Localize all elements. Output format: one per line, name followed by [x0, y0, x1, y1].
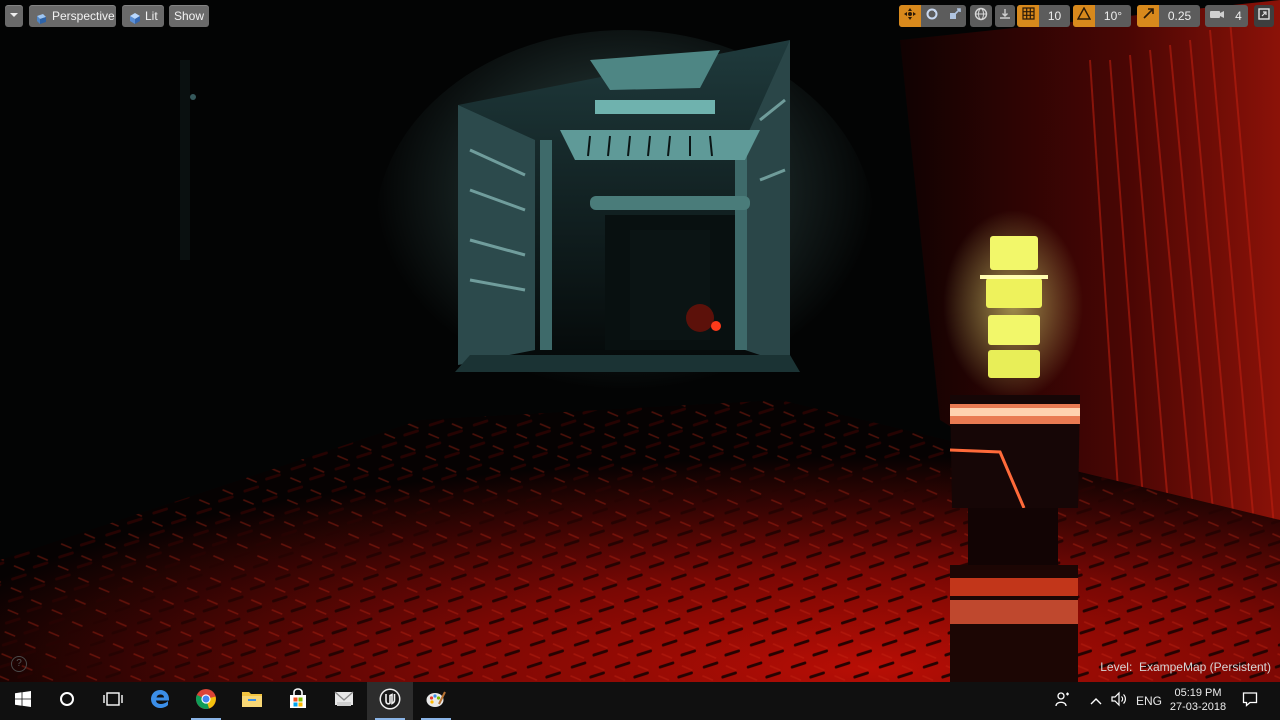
volume-button[interactable]	[1107, 682, 1131, 720]
transform-tools-group	[899, 5, 966, 27]
notification-icon	[1242, 691, 1258, 712]
chrome-button[interactable]	[183, 682, 229, 720]
store-button[interactable]	[275, 682, 321, 720]
lit-label: Lit	[145, 9, 158, 23]
level-indicator: Level: ExampeMap (Persistent)	[1100, 660, 1271, 674]
taskbar: ENG 05:19 PM 27-03-2018	[0, 682, 1280, 720]
unreal-engine-icon	[378, 687, 402, 716]
perspective-label: Perspective	[52, 9, 115, 23]
perspective-button[interactable]: Perspective	[29, 5, 116, 27]
show-label: Show	[173, 9, 205, 23]
cortana-icon	[59, 691, 75, 712]
speaker-icon	[1110, 691, 1128, 712]
store-icon	[287, 687, 309, 715]
unreal-engine-button[interactable]	[367, 682, 413, 720]
grid-snap-toggle[interactable]	[1017, 5, 1039, 27]
action-center-button[interactable]	[1236, 682, 1264, 720]
windows-logo-icon	[15, 690, 31, 712]
task-view-button[interactable]	[90, 682, 136, 720]
chrome-icon	[195, 688, 217, 715]
move-arrows-icon	[903, 7, 917, 26]
camera-speed-value: 4	[1235, 9, 1242, 23]
people-icon	[1055, 691, 1071, 712]
level-name: ExampeMap (Persistent)	[1138, 660, 1271, 674]
scale-arrow-icon	[1142, 7, 1155, 25]
scale-tool-button[interactable]	[943, 5, 966, 27]
surface-snap-icon	[998, 7, 1012, 26]
paint-button[interactable]	[413, 682, 459, 720]
chevron-down-icon	[9, 5, 19, 27]
people-button[interactable]	[1048, 682, 1078, 720]
paint-icon	[425, 688, 447, 715]
rotation-snap-group: 10°	[1073, 5, 1131, 27]
game-scene[interactable]	[0, 0, 1280, 682]
input-language-indicator[interactable]: ENG	[1136, 694, 1162, 708]
help-icon[interactable]: ?	[11, 656, 27, 672]
chevron-up-icon	[1090, 692, 1102, 710]
coordinate-space-button[interactable]	[970, 5, 992, 27]
scale-icon	[948, 7, 962, 26]
task-view-icon	[103, 691, 123, 712]
grid-snap-group: 10	[1017, 5, 1070, 27]
globe-icon	[974, 7, 988, 26]
file-explorer-icon	[241, 689, 263, 714]
scale-snap-group: 0.25	[1137, 5, 1200, 27]
perspective-cube-icon	[35, 10, 48, 24]
clock-time: 05:19 PM	[1174, 687, 1222, 699]
surface-snapping-button[interactable]	[995, 5, 1015, 27]
scale-snap-toggle[interactable]	[1137, 5, 1159, 27]
maximize-viewport-button[interactable]	[1254, 5, 1274, 27]
file-explorer-button[interactable]	[229, 682, 275, 720]
rotate-tool-button[interactable]	[921, 5, 943, 27]
system-clock[interactable]: 05:19 PM 27-03-2018	[1167, 686, 1229, 714]
rotate-icon	[925, 7, 939, 26]
lit-cube-icon	[128, 10, 141, 24]
grid-snap-value[interactable]: 10	[1039, 5, 1070, 27]
camera-speed-button[interactable]: 4	[1205, 5, 1248, 27]
view-mode-button[interactable]: Lit	[122, 5, 164, 27]
scale-snap-value[interactable]: 0.25	[1159, 5, 1200, 27]
level-prefix: Level:	[1100, 660, 1133, 674]
start-button[interactable]	[0, 682, 46, 720]
angle-icon	[1076, 6, 1092, 25]
cortana-button[interactable]	[44, 682, 90, 720]
camera-speed-icon-cell	[1205, 5, 1229, 27]
show-button[interactable]: Show	[169, 5, 209, 27]
edge-button[interactable]	[137, 682, 183, 720]
grid-icon	[1021, 7, 1035, 25]
rotation-snap-value[interactable]: 10°	[1095, 5, 1131, 27]
translate-tool-button[interactable]	[899, 5, 921, 27]
clock-date: 27-03-2018	[1169, 701, 1227, 713]
camera-icon	[1209, 7, 1225, 25]
rotation-snap-toggle[interactable]	[1073, 5, 1095, 27]
mail-button[interactable]	[321, 682, 367, 720]
level-viewport[interactable]: Perspective Lit Show 10 10° 0.25 4 ? Lev…	[0, 0, 1280, 682]
edge-icon	[149, 688, 171, 715]
show-hidden-icons-button[interactable]	[1085, 682, 1107, 720]
mail-icon	[333, 689, 355, 714]
viewport-options-button[interactable]	[5, 5, 23, 27]
maximize-icon	[1258, 7, 1270, 25]
